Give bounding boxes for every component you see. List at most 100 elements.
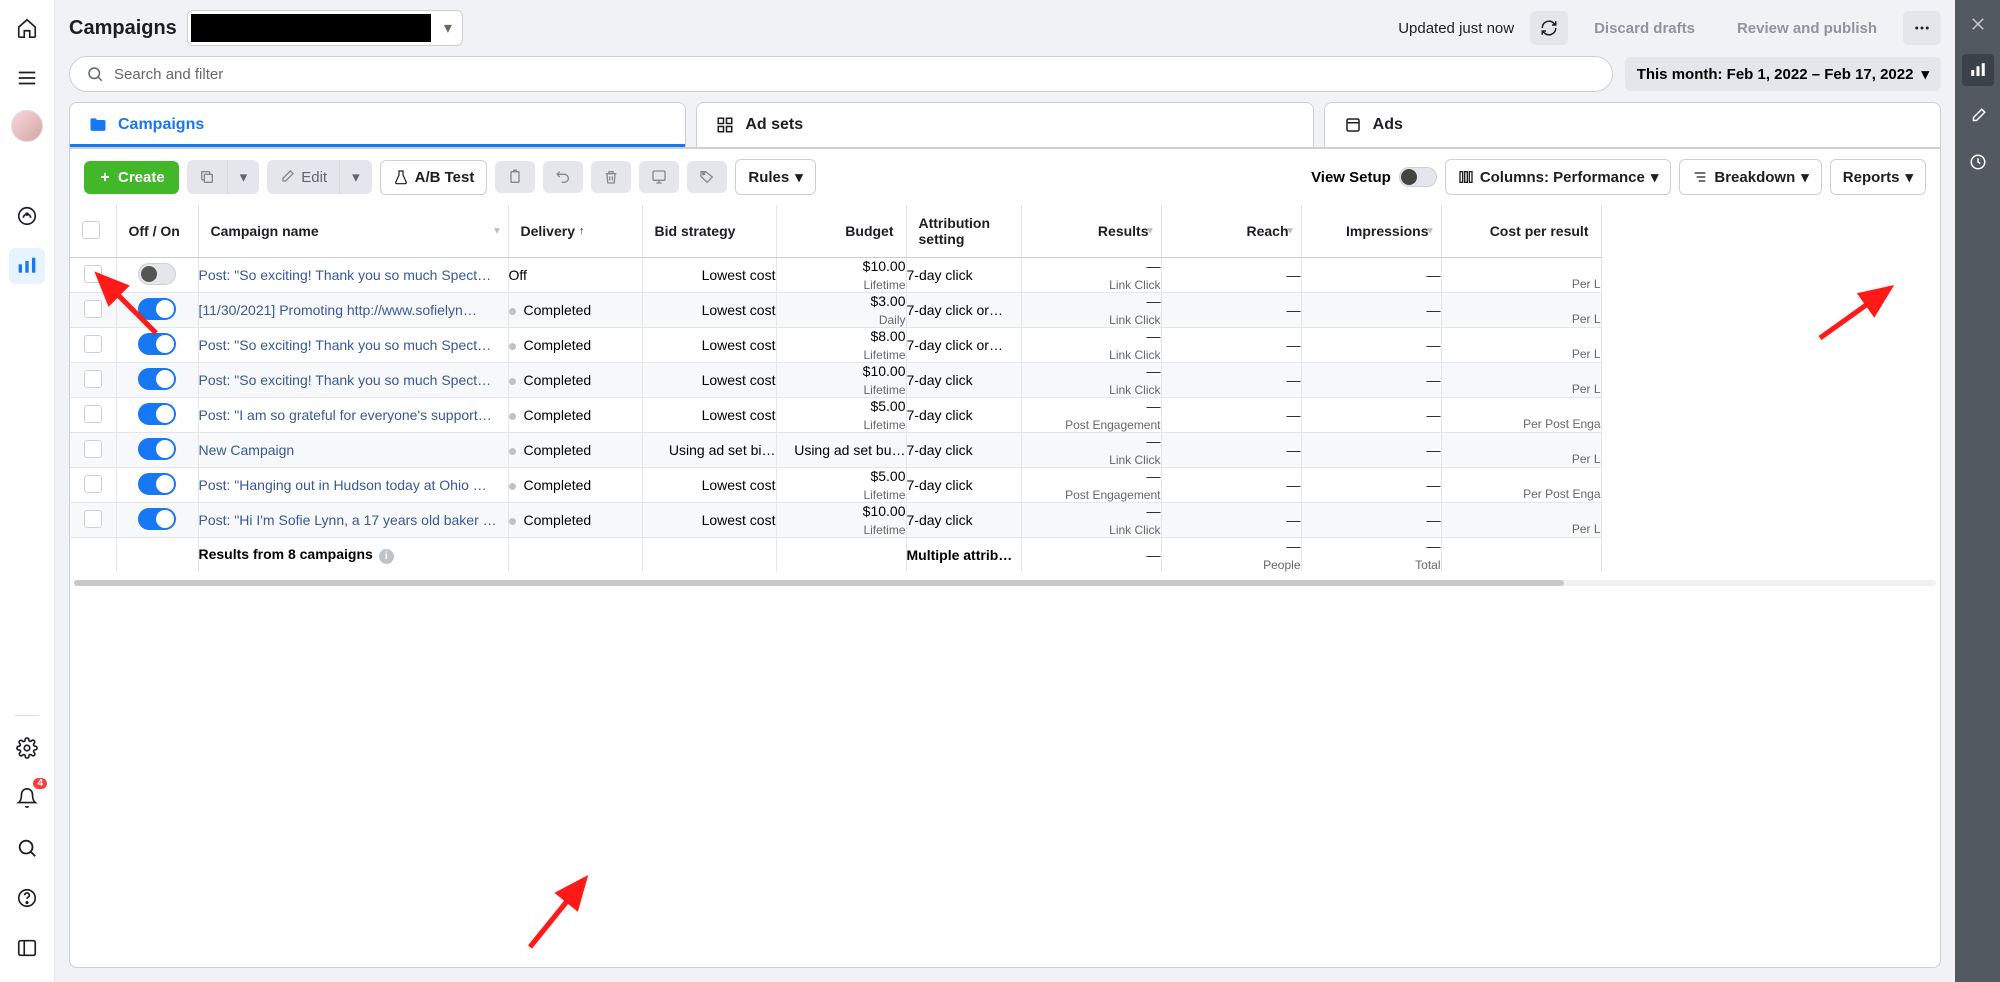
reports-button[interactable]: Reports ▾ <box>1830 159 1926 195</box>
home-icon[interactable] <box>9 10 45 46</box>
tab-ads[interactable]: Ads <box>1324 102 1941 147</box>
col-name[interactable]: Campaign name▾ <box>198 205 508 258</box>
table-row[interactable]: Post: "I am so grateful for everyone's s… <box>70 398 1601 433</box>
row-checkbox[interactable] <box>84 265 102 283</box>
toggle-switch[interactable] <box>138 368 176 390</box>
topbar: Campaigns ▾ Updated just now Discard dra… <box>55 0 1955 56</box>
bid-cell: Lowest cost <box>642 363 776 398</box>
toggle-switch[interactable] <box>138 403 176 425</box>
toggle-switch[interactable] <box>138 298 176 320</box>
campaign-link[interactable]: Post: "So exciting! Thank you so much Sp… <box>199 372 492 388</box>
tag-button[interactable] <box>687 161 727 193</box>
ads-manager-icon[interactable] <box>9 248 45 284</box>
toggle-switch[interactable] <box>138 333 176 355</box>
account-selector[interactable]: ▾ <box>187 10 463 46</box>
col-bid[interactable]: Bid strategy <box>642 205 776 258</box>
row-checkbox[interactable] <box>84 405 102 423</box>
toggle-switch[interactable] <box>138 438 176 460</box>
row-checkbox[interactable] <box>84 510 102 528</box>
search-rail-icon[interactable] <box>9 830 45 866</box>
notifications-bell-icon[interactable]: 4 <box>9 780 45 816</box>
campaign-link[interactable]: Post: "I am so grateful for everyone's s… <box>199 407 492 423</box>
search-input[interactable] <box>114 66 1596 83</box>
discard-drafts-button[interactable]: Discard drafts <box>1578 12 1711 45</box>
columns-button[interactable]: Columns: Performance ▾ <box>1445 159 1672 195</box>
col-reach[interactable]: Reach▾ <box>1161 205 1301 258</box>
col-delivery[interactable]: Delivery↑ <box>508 205 642 258</box>
search-box[interactable] <box>69 56 1613 92</box>
campaign-link[interactable]: Post: "Hi I'm Sofie Lynn, a 17 years old… <box>199 512 497 528</box>
table-row[interactable]: Post: "Hi I'm Sofie Lynn, a 17 years old… <box>70 503 1601 538</box>
refresh-button[interactable] <box>1530 11 1568 45</box>
rules-button[interactable]: Rules ▾ <box>735 159 815 195</box>
ab-test-button[interactable]: A/B Test <box>380 160 488 195</box>
close-panel-icon[interactable] <box>1962 8 1994 40</box>
breakdown-button[interactable]: Breakdown ▾ <box>1679 159 1821 195</box>
menu-icon[interactable] <box>9 60 45 96</box>
history-panel-icon[interactable] <box>1962 146 1994 178</box>
col-attribution[interactable]: Attribution setting <box>906 205 1021 258</box>
more-menu-button[interactable] <box>1903 11 1941 45</box>
table-row[interactable]: [11/30/2021] Promoting http://www.sofiel… <box>70 293 1601 328</box>
undo-button[interactable] <box>543 161 583 193</box>
charts-panel-icon[interactable] <box>1962 54 1994 86</box>
budget-cell: $8.00Lifetime <box>776 328 906 363</box>
duplicate-button[interactable] <box>187 160 227 194</box>
reach-cell: — <box>1161 468 1301 503</box>
footer-results: — <box>1021 538 1161 573</box>
bid-cell: Lowest cost <box>642 328 776 363</box>
date-range-selector[interactable]: This month: Feb 1, 2022 – Feb 17, 2022 ▾ <box>1625 57 1941 91</box>
profile-avatar[interactable] <box>11 110 43 142</box>
toggle-switch[interactable] <box>138 508 176 530</box>
toggle-switch[interactable] <box>138 473 176 495</box>
export-button[interactable] <box>639 161 679 193</box>
col-results[interactable]: Results▾ <box>1021 205 1161 258</box>
attribution-cell: 7-day click <box>906 258 1021 293</box>
row-checkbox[interactable] <box>84 440 102 458</box>
campaign-link[interactable]: New Campaign <box>199 442 295 458</box>
campaign-link[interactable]: Post: "So exciting! Thank you so much Sp… <box>199 337 492 353</box>
info-icon[interactable]: i <box>379 549 394 564</box>
review-publish-button[interactable]: Review and publish <box>1721 12 1893 45</box>
row-checkbox[interactable] <box>84 335 102 353</box>
create-button[interactable]: Create <box>84 161 179 194</box>
duplicate-dropdown-button[interactable]: ▾ <box>227 160 260 194</box>
tab-adsets[interactable]: Ad sets <box>696 102 1313 147</box>
settings-gear-icon[interactable] <box>9 730 45 766</box>
chevron-down-icon: ▾ <box>494 226 499 237</box>
table-row[interactable]: Post: "Hanging out in Hudson today at Oh… <box>70 468 1601 503</box>
collapse-icon[interactable] <box>9 930 45 966</box>
row-checkbox[interactable] <box>84 475 102 493</box>
gauge-icon[interactable] <box>9 198 45 234</box>
table-row[interactable]: Post: "So exciting! Thank you so much Sp… <box>70 328 1601 363</box>
campaign-link[interactable]: Post: "So exciting! Thank you so much Sp… <box>199 267 492 283</box>
col-cost[interactable]: Cost per result <box>1441 205 1601 258</box>
col-impressions[interactable]: Impressions▾ <box>1301 205 1441 258</box>
view-setup-toggle[interactable]: View Setup <box>1311 167 1437 187</box>
tab-campaigns[interactable]: Campaigns <box>69 102 686 147</box>
edit-dropdown-button[interactable]: ▾ <box>339 160 372 194</box>
edit-panel-icon[interactable] <box>1962 100 1994 132</box>
campaign-link[interactable]: [11/30/2021] Promoting http://www.sofiel… <box>199 302 477 318</box>
updated-label: Updated just now <box>1398 20 1514 37</box>
table-row[interactable]: Post: "So exciting! Thank you so much Sp… <box>70 258 1601 293</box>
table-row[interactable]: New Campaign Completed Using ad set bi… … <box>70 433 1601 468</box>
horizontal-scrollbar[interactable] <box>74 580 1936 586</box>
budget-cell: $10.00Lifetime <box>776 503 906 538</box>
campaign-name-cell: New Campaign <box>198 433 508 468</box>
impressions-cell: — <box>1301 258 1441 293</box>
col-offon[interactable]: Off / On <box>116 205 198 258</box>
delete-button[interactable] <box>591 161 631 193</box>
toggle-switch[interactable] <box>138 263 176 285</box>
impressions-cell: — <box>1301 433 1441 468</box>
campaign-link[interactable]: Post: "Hanging out in Hudson today at Oh… <box>199 477 487 493</box>
tab-label: Ads <box>1373 116 1403 134</box>
select-all-checkbox[interactable] <box>82 221 100 239</box>
row-checkbox[interactable] <box>84 300 102 318</box>
col-budget[interactable]: Budget <box>776 205 906 258</box>
help-icon[interactable] <box>9 880 45 916</box>
copy-button[interactable] <box>495 161 535 193</box>
table-row[interactable]: Post: "So exciting! Thank you so much Sp… <box>70 363 1601 398</box>
row-checkbox[interactable] <box>84 370 102 388</box>
edit-button[interactable]: Edit <box>267 160 339 194</box>
